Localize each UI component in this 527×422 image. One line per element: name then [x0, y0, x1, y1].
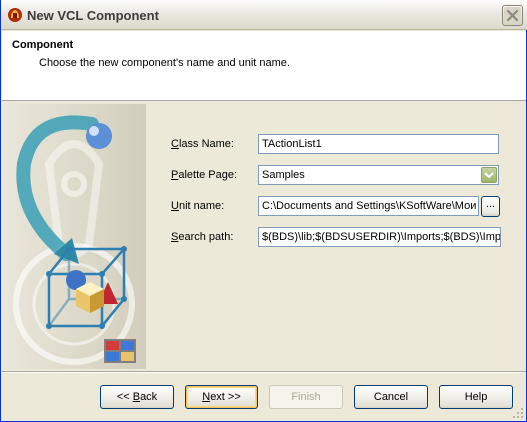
palette-page-value: Samples — [262, 169, 305, 181]
browse-unit-button[interactable]: ... — [481, 196, 500, 217]
wizard-artwork — [4, 104, 146, 369]
wizard-header: Component Choose the new component's nam… — [2, 31, 526, 101]
palette-grid-icon — [104, 339, 136, 363]
close-button[interactable] — [502, 5, 523, 26]
palette-page-dropdown-button[interactable] — [481, 167, 497, 183]
back-button[interactable]: << Back — [100, 385, 174, 409]
next-button[interactable]: Next >> — [185, 385, 258, 409]
class-name-input[interactable]: TActionList1 — [258, 134, 499, 154]
new-vcl-component-dialog: New VCL Component Component Choose the n… — [0, 0, 527, 422]
help-button[interactable]: Help — [439, 385, 513, 409]
title-bar[interactable]: New VCL Component — [1, 0, 527, 30]
page-title: Component — [12, 39, 74, 51]
palette-page-select[interactable]: Samples — [258, 165, 499, 185]
palette-page-label: Palette Page: — [171, 169, 238, 181]
search-path-input[interactable]: $(BDS)\lib;$(BDSUSERDIR)\Imports;$(BDS)\… — [258, 227, 501, 247]
unit-name-label: Unit name: — [171, 200, 225, 212]
cancel-button[interactable]: Cancel — [354, 385, 428, 409]
footer-divider — [2, 371, 526, 373]
window-title: New VCL Component — [27, 8, 159, 23]
component-cube-icon — [13, 115, 136, 365]
chevron-down-icon — [484, 172, 494, 179]
resize-grip-icon[interactable] — [512, 407, 524, 419]
delphi-helmet-icon — [7, 7, 23, 23]
page-description: Choose the new component's name and unit… — [39, 57, 290, 69]
close-icon — [504, 7, 521, 24]
class-name-label: Class Name: — [171, 138, 234, 150]
search-path-label: Search path: — [171, 231, 234, 243]
finish-button[interactable]: Finish — [269, 385, 343, 409]
unit-name-input[interactable]: C:\Documents and Settings\KSoftWare\Мои — [258, 196, 479, 216]
